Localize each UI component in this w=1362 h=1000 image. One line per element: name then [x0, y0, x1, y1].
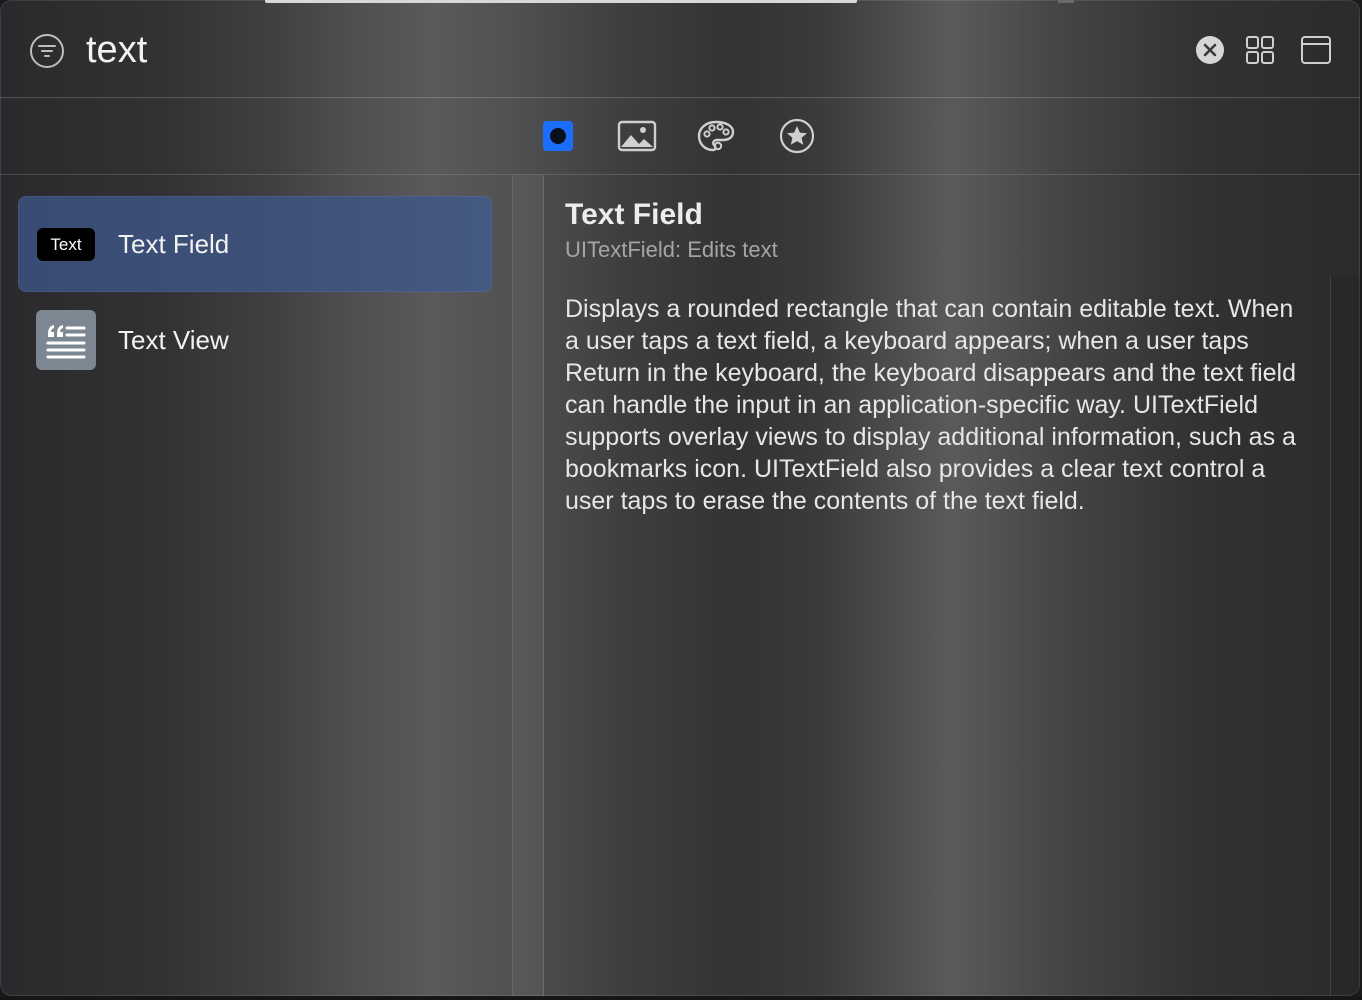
star-icon — [779, 118, 815, 154]
tab-objects[interactable] — [537, 116, 579, 156]
library-item-list: Text Text Field Text View — [0, 175, 513, 996]
detail-pane: Text Field UITextField: Edits text Displ… — [544, 175, 1330, 996]
grid-view-icon[interactable] — [1245, 35, 1275, 65]
filter-icon[interactable] — [29, 33, 65, 69]
image-icon — [617, 120, 657, 152]
detail-description: Displays a rounded rectangle that can co… — [565, 295, 1297, 515]
detail-title: Text Field — [565, 198, 703, 231]
list-item-label: Text Field — [118, 229, 230, 259]
detail-subtitle: UITextField: Edits text — [565, 237, 778, 262]
list-item-text-field[interactable]: Text Text Field — [18, 196, 492, 292]
bottom-edge — [0, 996, 1362, 1000]
list-item-text-view[interactable]: Text View — [18, 292, 492, 388]
tab-favorites[interactable] — [776, 116, 818, 156]
pane-splitter[interactable] — [513, 175, 544, 996]
palette-icon — [697, 120, 735, 152]
list-item-label: Text View — [118, 325, 229, 355]
detail-scrollbar[interactable] — [1330, 276, 1360, 996]
tab-media[interactable] — [616, 116, 658, 156]
library-window: Text Text Field Text View Text Field UIT… — [0, 0, 1360, 996]
search-bar — [0, 0, 1360, 98]
tab-colors[interactable] — [695, 116, 737, 156]
library-category-tabs — [0, 98, 1360, 175]
text-field-thumbnail: Text — [37, 228, 95, 261]
search-input[interactable] — [86, 24, 1166, 76]
text-view-icon — [36, 310, 96, 370]
detail-panel-icon[interactable] — [1300, 35, 1332, 65]
objects-icon — [543, 121, 573, 151]
clear-search-icon[interactable] — [1195, 35, 1225, 65]
